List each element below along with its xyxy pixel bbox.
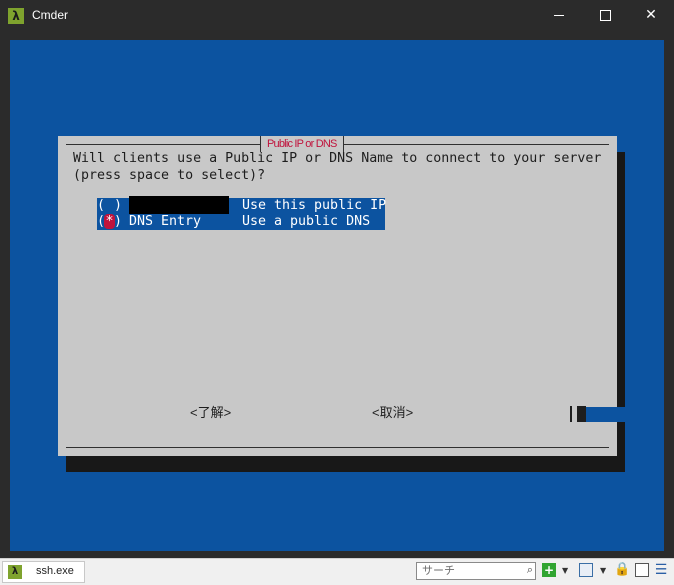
radio-unselected-mark	[105, 198, 113, 214]
terminal-cursor	[577, 406, 586, 422]
radio-bracket-close: )	[114, 198, 123, 213]
radio-option-dns-entry[interactable]: ( * ) DNS Entry Use a public DNS	[97, 214, 385, 230]
menu-icon[interactable]: ☰	[654, 563, 668, 577]
option-description: Use a public DNS	[242, 214, 371, 229]
new-console-icon[interactable]: +	[542, 563, 556, 577]
cancel-button[interactable]: <取消>	[372, 405, 413, 421]
close-icon: ✕	[645, 7, 657, 23]
terminal-console[interactable]: Public IP or DNS Will clients use a Publ…	[10, 40, 664, 551]
window-titlebar: λ Cmder ✕	[0, 0, 674, 31]
maximize-button[interactable]	[582, 0, 628, 31]
radio-bracket-open: (	[97, 198, 106, 213]
prompt-line-2: (press space to select)?	[73, 168, 266, 183]
close-button[interactable]: ✕	[628, 0, 674, 31]
dialog-prompt: Will clients use a Public IP or DNS Name…	[73, 150, 601, 184]
search-box: ⌕	[416, 562, 536, 580]
dialog-bottom-border	[66, 447, 609, 448]
maximize-icon	[599, 9, 611, 21]
minimize-button[interactable]	[536, 0, 582, 31]
chevron-down-icon[interactable]: ▼	[600, 563, 606, 579]
search-icon[interactable]: ⌕	[527, 563, 533, 577]
lock-icon[interactable]: 🔒	[614, 563, 630, 577]
cmder-lambda-icon: λ	[8, 8, 24, 24]
terminal-cursor-bar	[570, 406, 572, 422]
chevron-down-icon[interactable]: ▼	[562, 563, 568, 579]
window-title: Cmder	[32, 8, 69, 22]
search-input[interactable]	[417, 563, 522, 579]
prompt-line-1: Will clients use a Public IP or DNS Name…	[73, 151, 602, 166]
radio-option-public-ip[interactable]: ( ) Use this public IP	[97, 196, 387, 215]
ok-button[interactable]: <了解>	[190, 405, 231, 421]
redacted-ip-address	[129, 196, 229, 215]
split-layout-icon[interactable]	[579, 563, 593, 577]
terminal-artifact	[586, 407, 626, 422]
grid-icon[interactable]	[635, 563, 649, 577]
option-tag: DNS Entry	[129, 214, 202, 229]
console-tab-ssh[interactable]: λ ssh.exe	[2, 561, 85, 583]
tab-label: ssh.exe	[36, 565, 74, 577]
option-description: Use this public IP	[242, 198, 387, 213]
radio-bracket-close: )	[114, 214, 123, 229]
lambda-icon: λ	[8, 565, 22, 579]
dns-dialog: Public IP or DNS Will clients use a Publ…	[58, 136, 617, 456]
minimize-icon	[554, 14, 564, 16]
status-bar: λ ssh.exe ⌕ + ▼ ▼ 🔒 ☰	[0, 558, 674, 585]
